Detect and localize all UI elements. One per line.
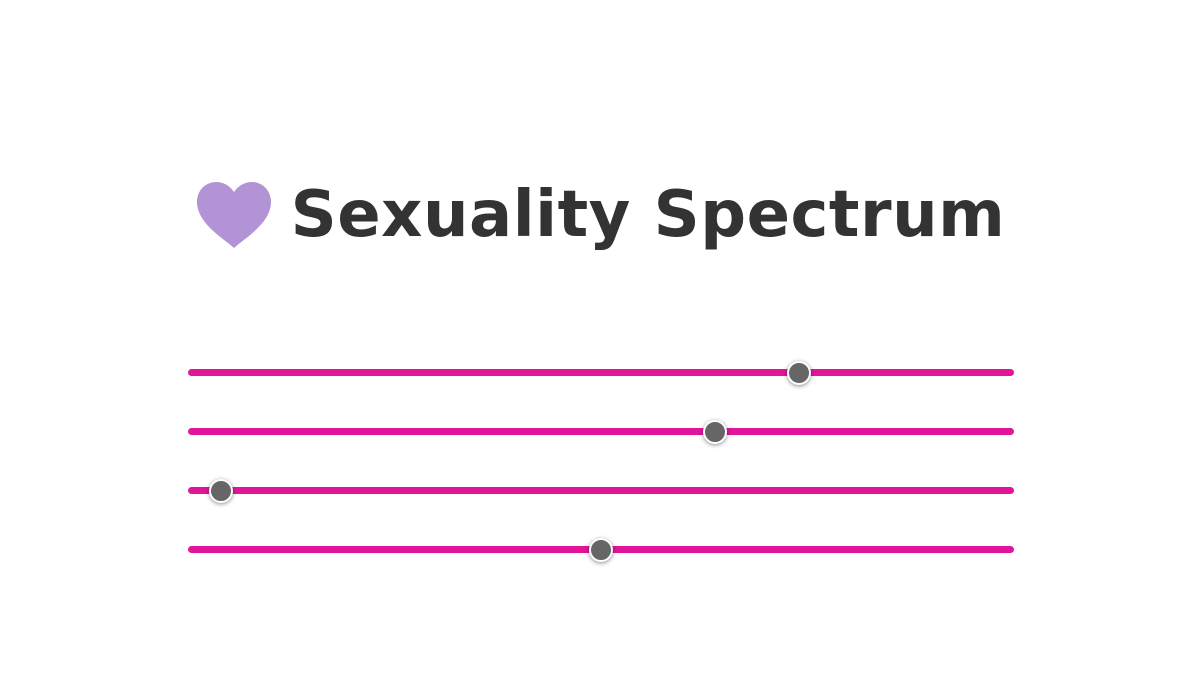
heart-icon [196, 182, 271, 248]
page: Sexuality Spectrum [0, 0, 1200, 700]
slider-track[interactable] [188, 428, 1014, 435]
slider-thumb[interactable] [209, 479, 234, 503]
slider-track[interactable] [188, 369, 1014, 376]
page-title: Sexuality Spectrum [290, 178, 1006, 252]
header: Sexuality Spectrum [0, 170, 1200, 260]
spectrum-slider-3[interactable] [188, 461, 1014, 520]
slider-thumb[interactable] [787, 361, 812, 385]
slider-track[interactable] [188, 487, 1014, 494]
slider-thumb[interactable] [702, 420, 727, 444]
spectrum-slider-4[interactable] [188, 520, 1014, 579]
slider-thumb[interactable] [589, 538, 613, 562]
spectrum-slider-2[interactable] [188, 402, 1014, 461]
slider-group [188, 343, 1014, 579]
spectrum-slider-1[interactable] [188, 343, 1014, 402]
